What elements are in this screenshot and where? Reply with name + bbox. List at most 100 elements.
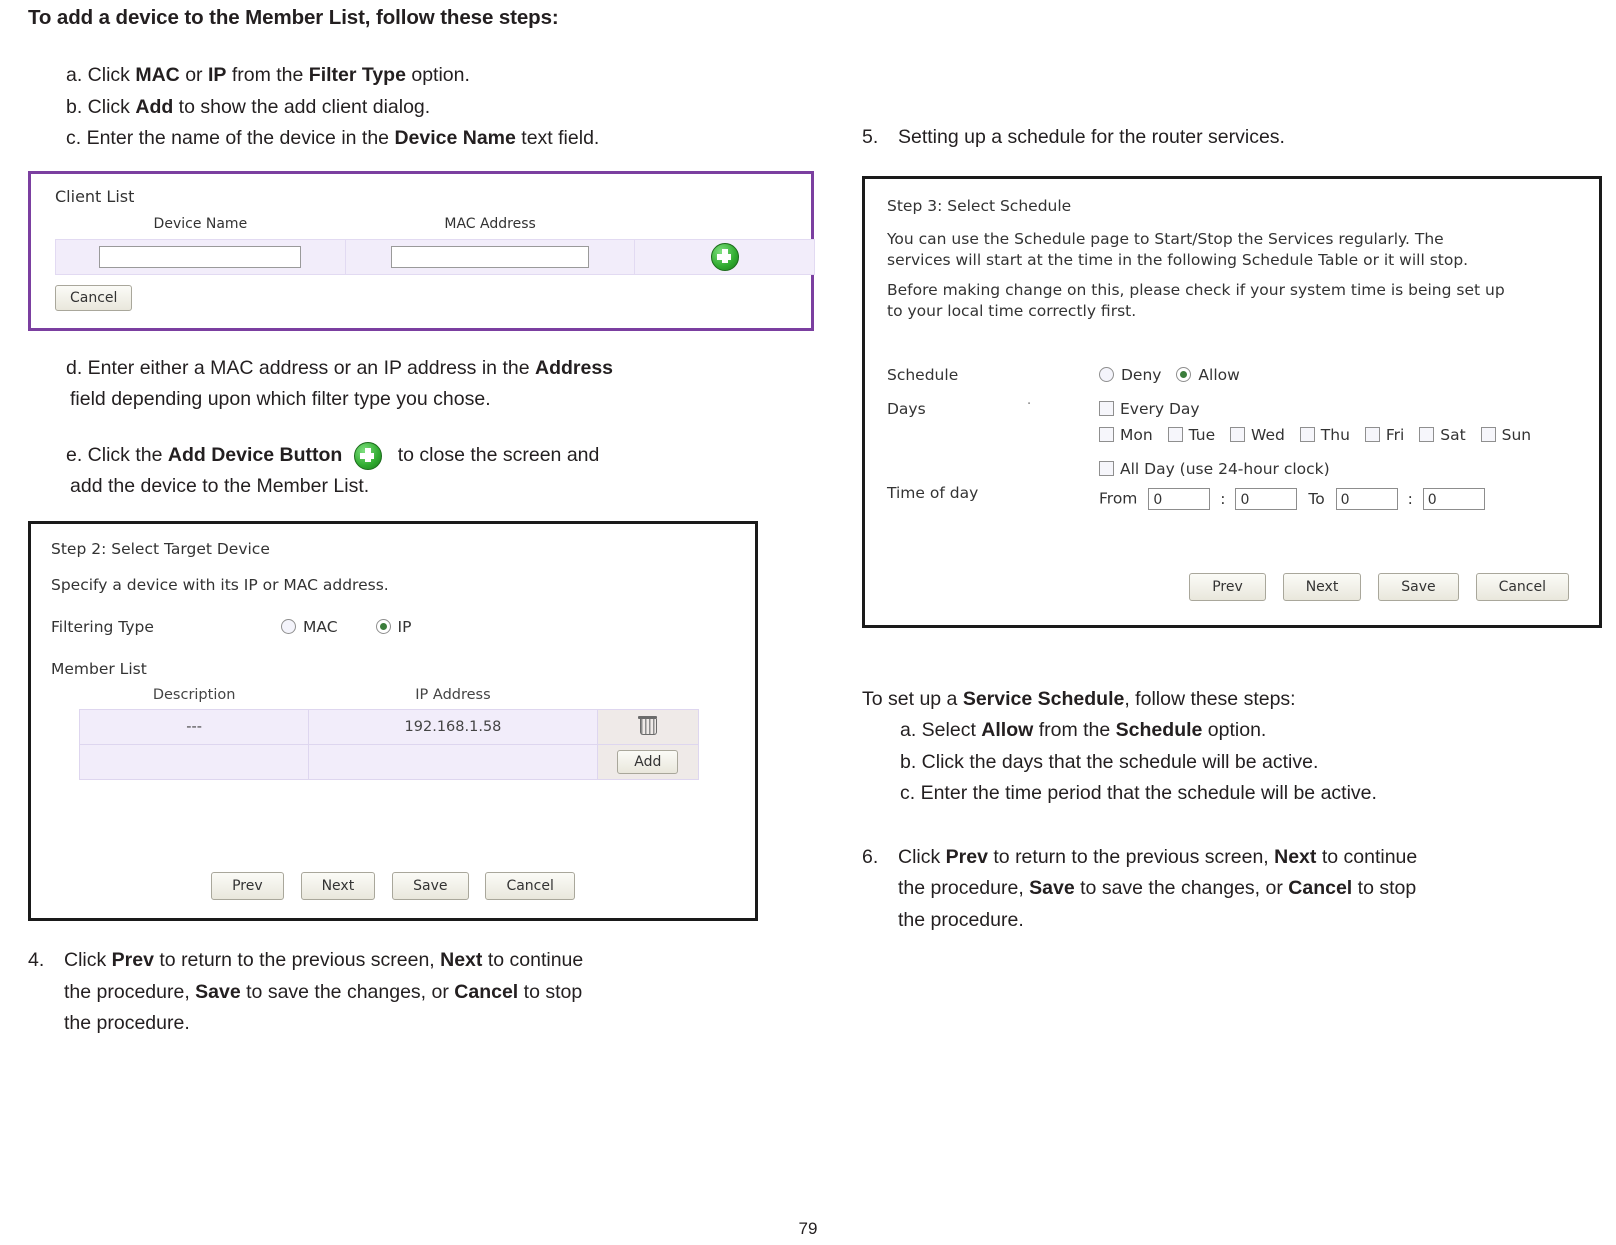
day-option-sat[interactable]: Sat: [1419, 426, 1466, 444]
delete-icon[interactable]: [638, 715, 658, 736]
col-action: [635, 216, 815, 240]
step3-title: Step 3: Select Schedule: [887, 196, 1072, 215]
client-list-table: Device Name MAC Address: [55, 216, 815, 275]
substep-d-line1: d. Enter either a MAC address or an IP a…: [28, 353, 818, 385]
substep-d-bold: Address: [534, 356, 614, 379]
s6-b4: Cancel: [1288, 877, 1353, 900]
to-minute-input[interactable]: 0: [1422, 488, 1485, 511]
row-action-add[interactable]: Add: [596, 744, 700, 781]
mouse-cursor-icon: .: [1027, 393, 1032, 409]
cancel-button[interactable]: Cancel: [485, 872, 575, 901]
client-list-screenshot: Client List Device Name MAC Address Canc…: [28, 170, 815, 331]
day-label-fri: Fri: [1385, 426, 1405, 445]
plus-circle-icon[interactable]: [710, 242, 739, 271]
col-device-name: Device Name: [153, 215, 248, 232]
row-action-delete[interactable]: [596, 709, 700, 746]
to-hour-input[interactable]: 0: [1335, 488, 1398, 511]
from-minute-input[interactable]: 0: [1235, 488, 1298, 511]
s4-b1: Prev: [111, 949, 154, 972]
right-column: 5. Setting up a schedule for the router …: [862, 60, 1616, 1040]
day-option-mon[interactable]: Mon: [1099, 426, 1153, 444]
filtering-type-option-ip[interactable]: IP: [375, 618, 412, 637]
row-description-empty: [78, 744, 310, 781]
service-schedule-b: b. Click the days that the schedule will…: [900, 750, 1319, 773]
next-button[interactable]: Next: [1282, 572, 1362, 601]
add-button[interactable]: Add: [617, 750, 679, 775]
substep-a-bold1: MAC: [135, 64, 180, 86]
day-option-thu[interactable]: Thu: [1299, 426, 1350, 444]
checkbox-tue-icon[interactable]: [1167, 427, 1183, 443]
cancel-button[interactable]: Cancel: [55, 284, 133, 311]
filtering-type-label: Filtering Type: [51, 618, 154, 637]
prev-button[interactable]: Prev: [211, 872, 284, 901]
all-day-option[interactable]: All Day (use 24-hour clock): [1099, 460, 1577, 478]
time-of-day-row: Time of day All Day (use 24-hour clock) …: [887, 460, 1577, 511]
mac-address-input[interactable]: [391, 245, 590, 268]
checkbox-wed-icon[interactable]: [1230, 427, 1246, 443]
step-5-number: 5.: [862, 126, 879, 148]
add-device-cell: [634, 238, 815, 275]
day-option-fri[interactable]: Fri: [1364, 426, 1405, 445]
device-name-input[interactable]: [99, 245, 302, 268]
cancel-button[interactable]: Cancel: [1475, 572, 1569, 601]
substep-c-bold1: Device Name: [394, 127, 516, 150]
filtering-type-option-mac[interactable]: MAC: [281, 618, 338, 636]
step3-p2-line1: Before making change on this, please che…: [887, 281, 1505, 300]
ss-a-pre: a. Select: [900, 719, 982, 742]
step3-paragraph-2: Before making change on this, please che…: [887, 280, 1577, 408]
radio-ip-label: IP: [397, 618, 412, 637]
service-schedule-a: a. Select Allow from the Schedule option…: [862, 715, 1616, 747]
col-ip-address: IP Address: [415, 687, 491, 704]
schedule-label: Schedule: [887, 366, 959, 385]
substep-e-bold: Add Device Button: [167, 443, 343, 466]
radio-ip-icon[interactable]: [375, 619, 391, 635]
day-label-sun: Sun: [1501, 426, 1532, 445]
radio-deny[interactable]: Deny: [1099, 366, 1161, 384]
from-colon: :: [1220, 489, 1226, 508]
every-day-label: Every Day: [1120, 400, 1200, 419]
step3-paragraph-1: You can use the Schedule page to Start/S…: [887, 229, 1577, 271]
s6-b2: Next: [1274, 845, 1317, 868]
from-hour-input[interactable]: 0: [1148, 488, 1211, 511]
checkbox-mon-icon[interactable]: [1099, 427, 1114, 443]
prev-button[interactable]: Prev: [1189, 572, 1266, 601]
radio-allow[interactable]: Allow: [1176, 366, 1240, 384]
day-option-sun[interactable]: Sun: [1480, 426, 1532, 445]
col-action: [597, 686, 698, 710]
step-6-text: Click Prev to return to the previous scr…: [898, 842, 1616, 937]
checkbox-all-day-icon[interactable]: [1099, 461, 1114, 477]
checkbox-sat-icon[interactable]: [1419, 427, 1435, 443]
checkbox-every-day-icon[interactable]: [1099, 401, 1114, 417]
radio-mac-label: MAC: [303, 618, 338, 637]
day-option-wed[interactable]: Wed: [1230, 426, 1285, 444]
substep-b-text1: b. Click: [66, 95, 136, 118]
radio-allow-icon[interactable]: [1176, 367, 1192, 383]
step-4-line1: Click Prev to return to the previous scr…: [64, 945, 818, 977]
s4-t1: Click: [64, 949, 112, 972]
table-row: Add: [78, 744, 700, 781]
step3-button-bar: Prev Next Save Cancel: [1177, 572, 1569, 601]
s4-b2: Next: [440, 949, 483, 972]
substep-a-text4: option.: [405, 64, 470, 86]
ss-a-post: option.: [1202, 719, 1267, 742]
radio-mac-icon[interactable]: [281, 619, 296, 635]
s6-t5: to save the changes, or: [1074, 877, 1289, 900]
day-option-tue[interactable]: Tue: [1167, 426, 1215, 444]
time-range-row: From 0 : 0 To 0 : 0: [1099, 488, 1577, 511]
every-day-option[interactable]: Every Day: [1099, 400, 1577, 418]
substep-d: d. Enter either a MAC address or an IP a…: [28, 353, 818, 416]
save-button[interactable]: Save: [392, 872, 469, 901]
ss-a-b1: Allow: [981, 719, 1034, 742]
save-button[interactable]: Save: [1378, 572, 1459, 601]
radio-deny-icon[interactable]: [1099, 367, 1114, 383]
checkbox-thu-icon[interactable]: [1299, 427, 1315, 443]
plus-circle-icon-inline: [354, 441, 383, 470]
days-row: Days Every Day Mon Tue Wed Thu Fri Sat S…: [887, 400, 1577, 444]
step-6-line2: the procedure, Save to save the changes,…: [898, 873, 1616, 905]
service-schedule-block: To set up a Service Schedule, follow the…: [862, 684, 1616, 810]
checkbox-fri-icon[interactable]: [1364, 427, 1380, 443]
step2-button-bar: Prev Next Save Cancel: [31, 872, 755, 901]
next-button[interactable]: Next: [300, 872, 376, 901]
checkbox-sun-icon[interactable]: [1480, 427, 1496, 443]
s6-t1: Click: [898, 845, 946, 868]
